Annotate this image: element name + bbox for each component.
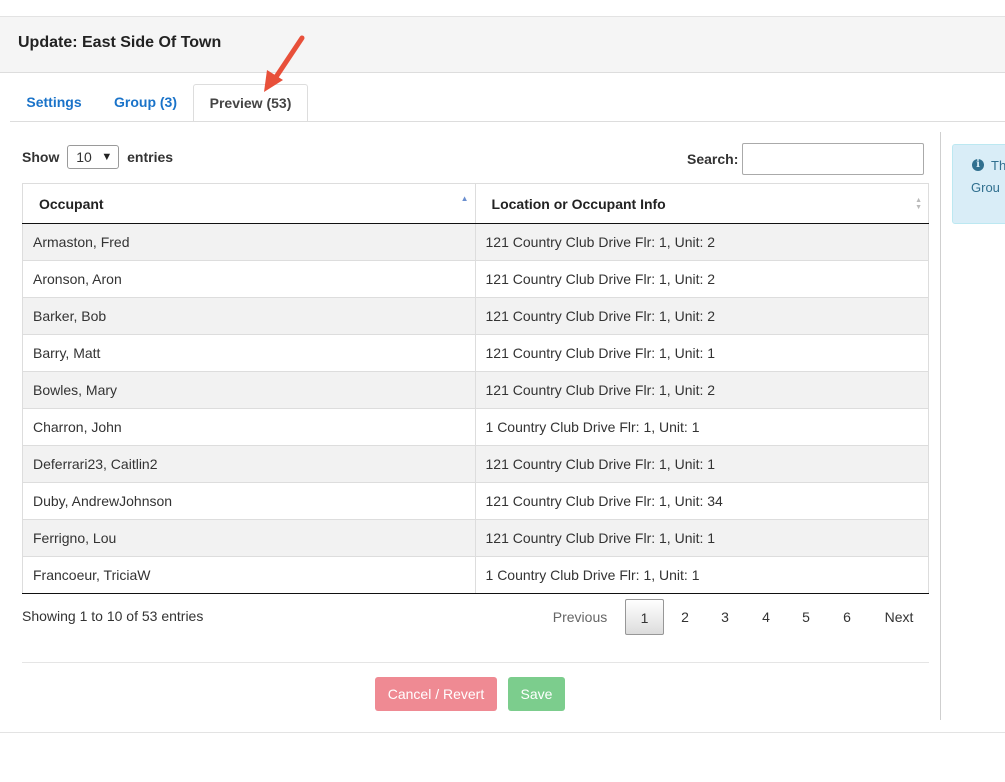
- location-cell: 121 Country Club Drive Flr: 1, Unit: 34: [474, 482, 930, 520]
- pagination-page-5[interactable]: 5: [791, 599, 821, 635]
- pagination-page-1[interactable]: 1: [625, 599, 664, 635]
- occupant-cell: Charron, John: [22, 408, 476, 446]
- pagination-page-6[interactable]: 6: [832, 599, 862, 635]
- occupant-cell: Barry, Matt: [22, 334, 476, 372]
- occupant-cell: Duby, AndrewJohnson: [22, 482, 476, 520]
- occupant-cell: Barker, Bob: [22, 297, 476, 335]
- column-header-location[interactable]: Location or Occupant Info ▲ ▼: [474, 183, 930, 224]
- tabs-underline: [10, 121, 1005, 122]
- table-row: Duby, AndrewJohnson 121 Country Club Dri…: [22, 482, 930, 520]
- column-header-label: Occupant: [39, 195, 104, 212]
- entries-label: entries: [127, 149, 174, 166]
- location-cell: 121 Country Club Drive Flr: 1, Unit: 2: [474, 371, 930, 409]
- table-info: Showing 1 to 10 of 53 entries: [22, 608, 204, 624]
- occupant-cell: Armaston, Fred: [22, 223, 476, 261]
- pagination-previous[interactable]: Previous: [544, 599, 616, 635]
- location-cell: 121 Country Club Drive Flr: 1, Unit: 1: [474, 519, 930, 557]
- pagination-page-3[interactable]: 3: [710, 599, 740, 635]
- entries-select[interactable]: 10 ▼: [67, 145, 120, 170]
- location-cell: 121 Country Club Drive Flr: 1, Unit: 2: [474, 297, 930, 335]
- occupant-cell: Aronson, Aron: [22, 260, 476, 298]
- search-label: Search:: [687, 151, 739, 167]
- table-row: Francoeur, TriciaW 1 Country Club Drive …: [22, 556, 930, 594]
- show-label: Show: [22, 149, 60, 166]
- column-divider: [940, 132, 941, 720]
- info-alert-text: Grou: [971, 180, 1000, 195]
- cancel-revert-button[interactable]: Cancel / Revert: [375, 677, 497, 711]
- save-button[interactable]: Save: [508, 677, 565, 711]
- tab-settings[interactable]: Settings: [17, 84, 91, 121]
- page-title: Update: East Side Of Town: [18, 34, 222, 51]
- entries-select-value: 10: [76, 149, 92, 166]
- top-strip: [0, 0, 1005, 17]
- table-row: Deferrari23, Caitlin2 121 Country Club D…: [22, 445, 930, 483]
- info-alert: i Th Grou: [952, 144, 1005, 224]
- info-icon: i: [972, 159, 984, 171]
- table-row: Barry, Matt 121 Country Club Drive Flr: …: [22, 334, 930, 372]
- tab-group[interactable]: Group (3): [103, 84, 188, 121]
- column-header-label: Location or Occupant Info: [491, 195, 666, 212]
- occupant-cell: Bowles, Mary: [22, 371, 476, 409]
- table-row: Aronson, Aron 121 Country Club Drive Flr…: [22, 260, 930, 298]
- occupant-cell: Francoeur, TriciaW: [22, 556, 476, 594]
- location-cell: 1 Country Club Drive Flr: 1, Unit: 1: [474, 556, 930, 594]
- location-cell: 121 Country Club Drive Flr: 1, Unit: 1: [474, 445, 930, 483]
- table-header-row: Occupant ▲ Location or Occupant Info ▲ ▼: [22, 183, 930, 224]
- table-row: Barker, Bob 121 Country Club Drive Flr: …: [22, 297, 930, 335]
- column-header-occupant[interactable]: Occupant ▲: [22, 183, 476, 224]
- preview-table: Occupant ▲ Location or Occupant Info ▲ ▼ …: [22, 183, 930, 594]
- occupant-cell: Ferrigno, Lou: [22, 519, 476, 557]
- panel-header: Update: East Side Of Town: [0, 17, 1005, 73]
- footer-divider: [22, 662, 929, 663]
- annotation-arrow-icon: [264, 35, 305, 92]
- sort-both-icon: ▲ ▼: [915, 197, 922, 211]
- occupant-cell: Deferrari23, Caitlin2: [22, 445, 476, 483]
- pagination-page-2[interactable]: 2: [670, 599, 700, 635]
- location-cell: 121 Country Club Drive Flr: 1, Unit: 2: [474, 260, 930, 298]
- page-bottom-divider: [0, 732, 1005, 733]
- chevron-down-icon: ▼: [101, 151, 113, 164]
- length-menu: Show 10 ▼ entries: [22, 143, 174, 170]
- table-row: Armaston, Fred 121 Country Club Drive Fl…: [22, 223, 930, 261]
- search-input[interactable]: [742, 143, 924, 175]
- table-row: Ferrigno, Lou 121 Country Club Drive Flr…: [22, 519, 930, 557]
- pagination-next[interactable]: Next: [874, 599, 924, 635]
- info-alert-text: Th: [991, 158, 1005, 173]
- location-cell: 121 Country Club Drive Flr: 1, Unit: 2: [474, 223, 930, 261]
- table-row: Bowles, Mary 121 Country Club Drive Flr:…: [22, 371, 930, 409]
- location-cell: 1 Country Club Drive Flr: 1, Unit: 1: [474, 408, 930, 446]
- table-row: Charron, John 1 Country Club Drive Flr: …: [22, 408, 930, 446]
- location-cell: 121 Country Club Drive Flr: 1, Unit: 1: [474, 334, 930, 372]
- sort-ascending-icon: ▲: [460, 194, 469, 203]
- pagination-page-4[interactable]: 4: [751, 599, 781, 635]
